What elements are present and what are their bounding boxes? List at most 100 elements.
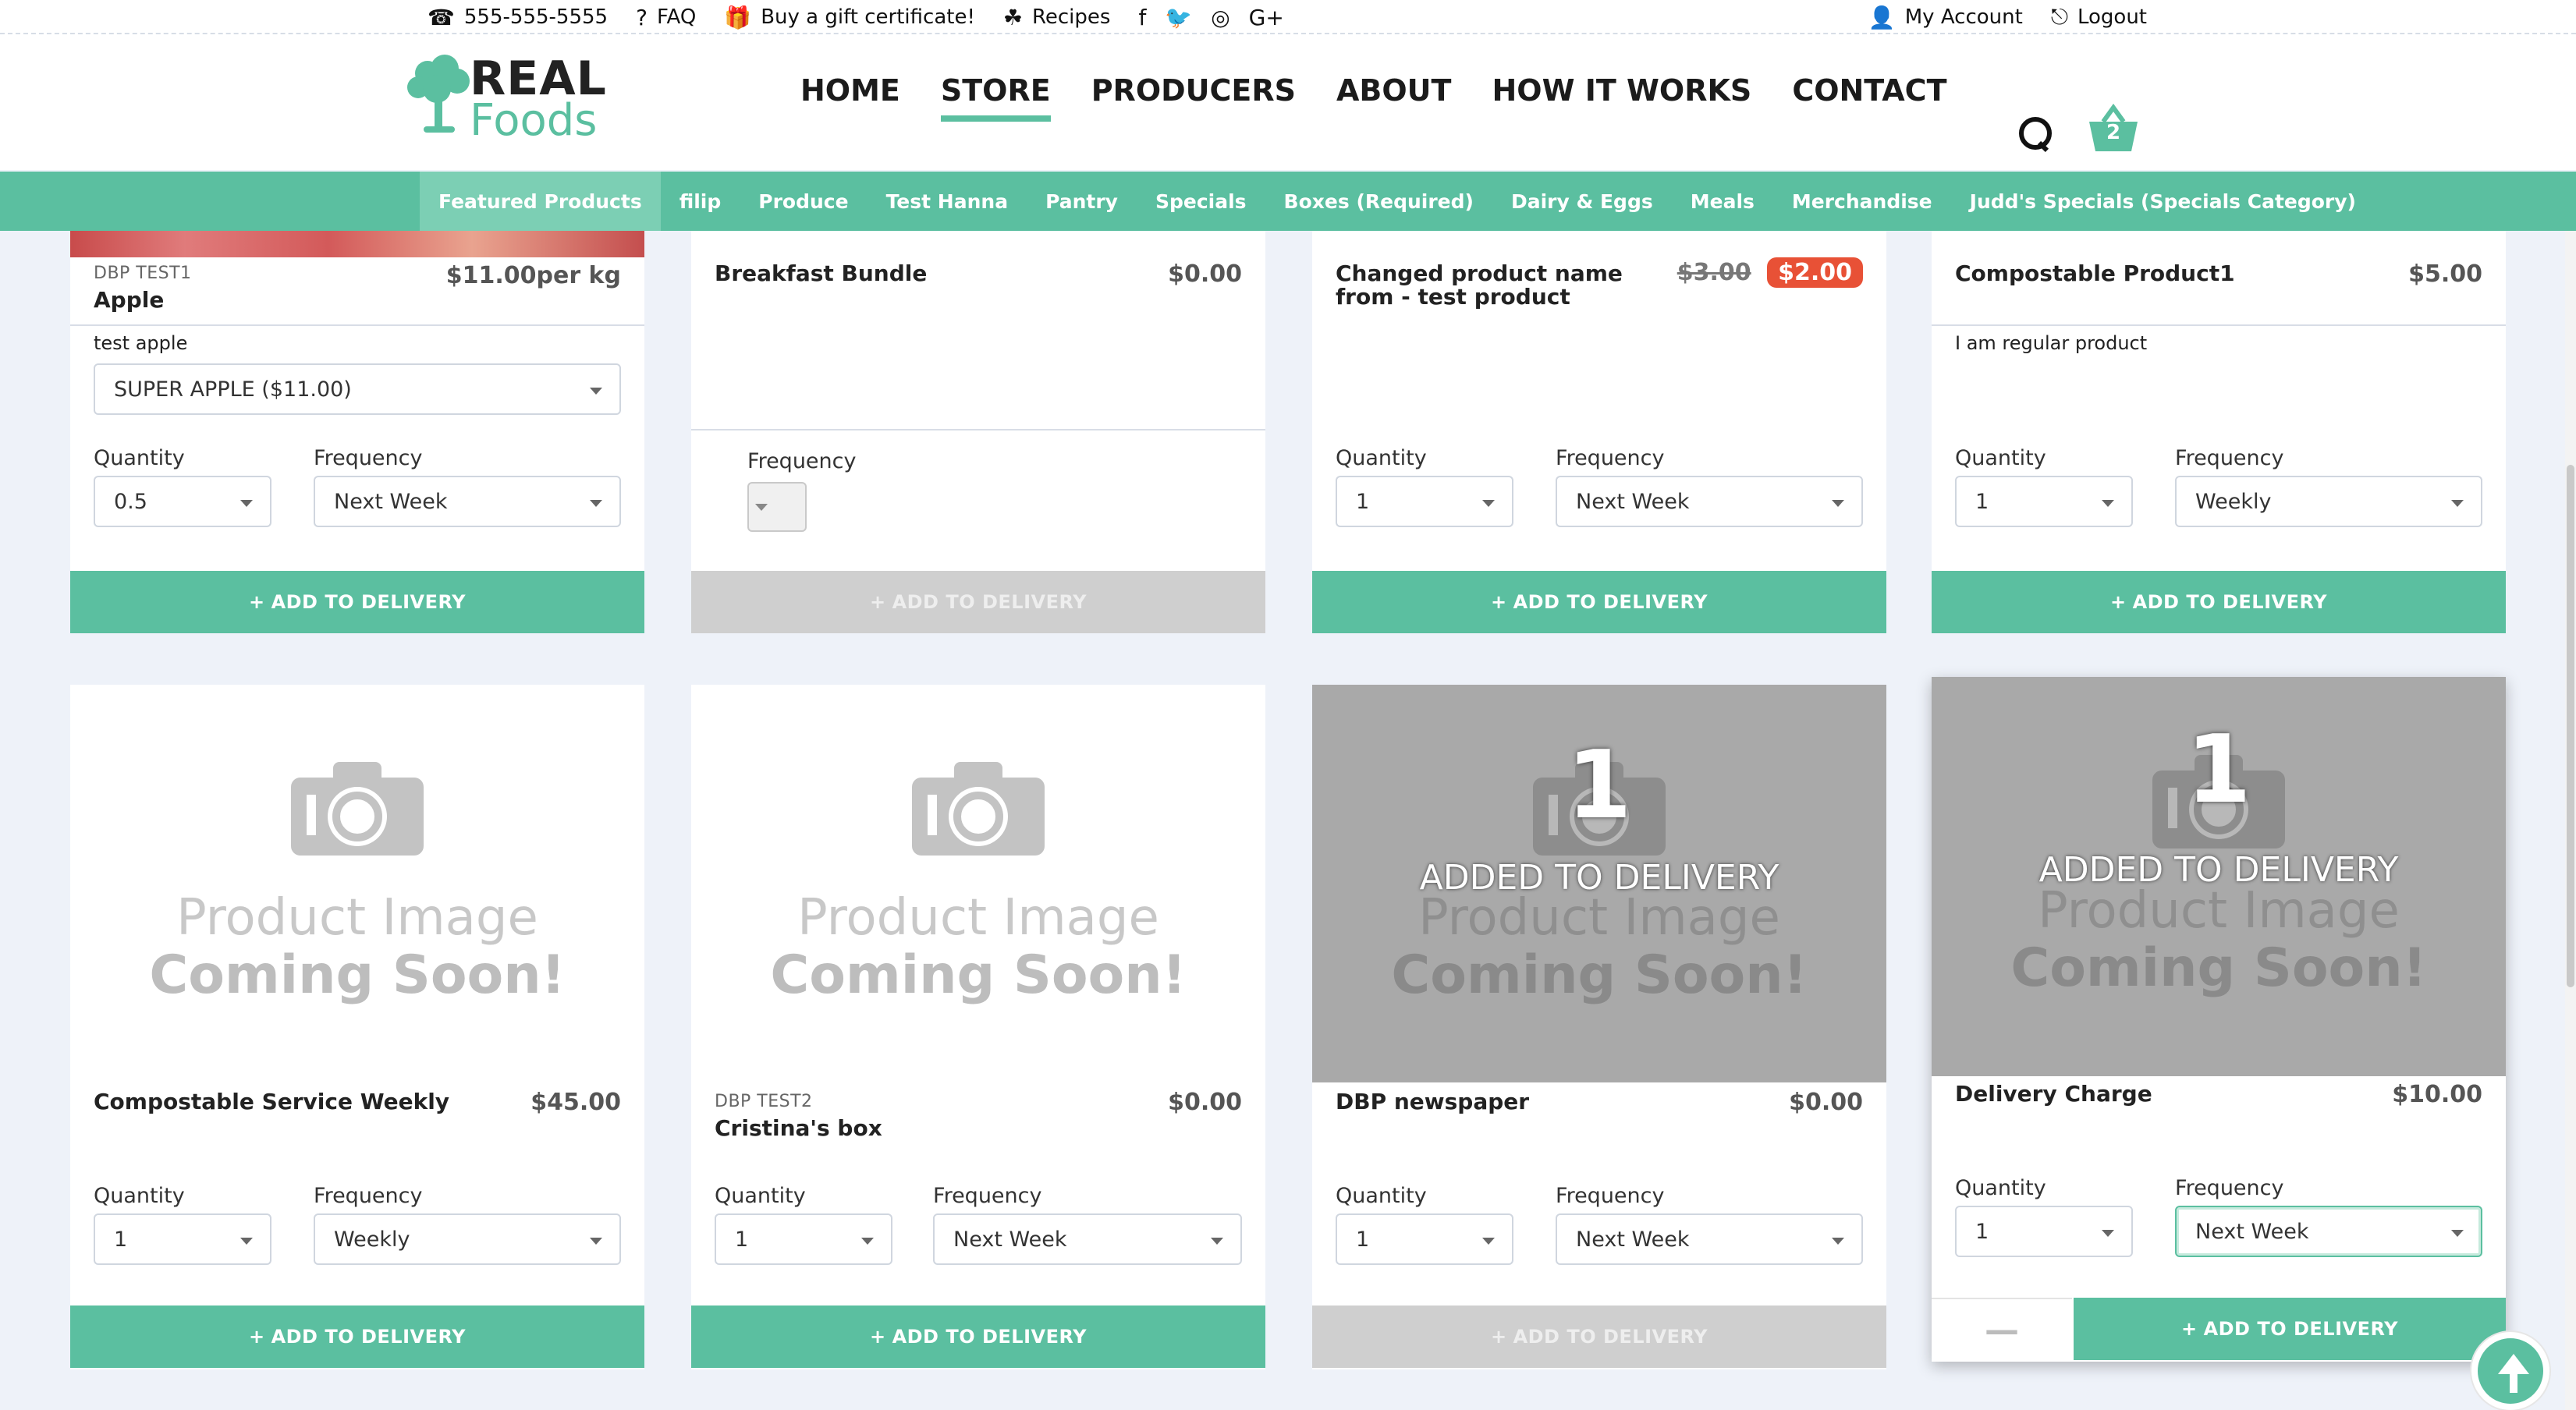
twitter-icon[interactable]: 🐦 [1165,5,1192,30]
quantity-label: Quantity [1336,1184,1427,1208]
product-image-placeholder[interactable]: Product Image Coming Soon! [691,685,1265,1082]
category-specials[interactable]: Specials [1137,172,1265,231]
question-icon: ? [636,4,648,30]
phone-link[interactable]: ☎ 555-555-5555 [428,5,608,30]
vertical-scrollbar[interactable] [2565,231,2576,1410]
product-card-dbp-newspaper: Product Image Coming Soon! 1 ADDED TO DE… [1312,685,1886,1369]
utility-left: ☎ 555-555-5555 ? FAQ 🎁 Buy a gift certif… [428,0,1284,34]
scroll-thumb[interactable] [2567,465,2574,987]
category-featured-products[interactable]: Featured Products [420,172,661,231]
category-merchandise[interactable]: Merchandise [1773,172,1951,231]
nav-producers[interactable]: PRODUCERS [1091,73,1296,108]
cart-button[interactable]: 2 [2086,103,2141,154]
chevron-down-icon [2102,500,2114,507]
category-meals[interactable]: Meals [1672,172,1773,231]
quantity-select[interactable]: 1 [1336,1213,1513,1265]
variant-select[interactable]: SUPER APPLE ($11.00) [94,363,621,415]
site-logo[interactable]: REAL Foods [396,45,623,162]
frequency-select[interactable]: Next Week [2175,1206,2482,1257]
frequency-label: Frequency [933,1184,1042,1208]
category-produce[interactable]: Produce [740,172,867,231]
divider [70,324,644,326]
button-label: ADD TO DELIVERY [892,1326,1088,1348]
quantity-value: 1 [1975,1219,1989,1244]
chevron-down-icon [1482,500,1495,507]
frequency-select[interactable]: Next Week [933,1213,1242,1265]
plus-icon: + [2180,1318,2198,1340]
category-filip[interactable]: filip [661,172,740,231]
nav-how-it-works[interactable]: HOW IT WORKS [1492,73,1751,108]
recipes-link[interactable]: ☘ Recipes [1003,5,1111,30]
product-name: Compostable Product1 [1955,260,2235,286]
plus-icon: + [248,1326,265,1348]
plus-icon: + [2109,591,2127,613]
frequency-select[interactable] [747,482,807,532]
quantity-value: 1 [735,1227,749,1252]
logout-link[interactable]: ⎋ Logout [2051,4,2147,30]
add-to-delivery-button[interactable]: + ADD TO DELIVERY [691,571,1265,633]
quantity-select[interactable]: 1 [1336,476,1513,527]
product-image-placeholder[interactable]: Product Image Coming Soon! [70,685,644,1082]
frequency-label: Frequency [1556,446,1665,470]
chevron-down-icon [240,1238,253,1245]
frequency-select[interactable]: Weekly [314,1213,621,1265]
googleplus-icon[interactable]: G+ [1249,5,1284,30]
nav-contact[interactable]: CONTACT [1792,73,1946,108]
add-to-delivery-button[interactable]: + ADD TO DELIVERY [1932,571,2506,633]
frequency-value: Next Week [1576,489,1690,514]
remove-button[interactable]: — [1932,1298,2072,1360]
add-to-delivery-button[interactable]: + ADD TO DELIVERY [1312,571,1886,633]
product-price: $3.00 $2.00 [1677,257,1863,288]
plus-icon: + [869,591,886,613]
logout-label: Logout [2077,5,2147,29]
add-to-delivery-button[interactable]: + ADD TO DELIVERY [1312,1305,1886,1368]
nav-about[interactable]: ABOUT [1336,73,1451,108]
search-icon[interactable] [2017,115,2052,150]
gift-link[interactable]: 🎁 Buy a gift certificate! [724,5,975,30]
back-to-top-button[interactable] [2471,1332,2549,1410]
category-dairy-eggs[interactable]: Dairy & Eggs [1492,172,1672,231]
quantity-select[interactable]: 1 [715,1213,892,1265]
product-card-compostable-product1: Compostable Product1 $5.00 I am regular … [1932,231,2506,633]
my-account-link[interactable]: 👤 My Account [1868,5,2023,30]
plus-icon: + [1490,1326,1507,1348]
faq-link[interactable]: ? FAQ [636,5,696,30]
product-card-changed-product: Changed product name from - test product… [1312,231,1886,633]
button-label: ADD TO DELIVERY [271,591,467,613]
product-name: Apple [94,287,165,313]
frequency-select[interactable]: Next Week [314,476,621,527]
category-judds-specials[interactable]: Judd's Specials (Specials Category) [1951,172,2375,231]
product-image[interactable] [70,231,644,257]
quantity-select[interactable]: 0.5 [94,476,271,527]
button-label: ADD TO DELIVERY [892,591,1088,613]
quantity-select[interactable]: 1 [94,1213,271,1265]
frequency-select[interactable]: Next Week [1556,476,1863,527]
producer-name: DBP TEST2 [715,1092,813,1111]
quantity-label: Quantity [1955,1176,2046,1200]
added-to-delivery-label: ADDED TO DELIVERY [1419,858,1779,898]
nav-home[interactable]: HOME [800,73,900,108]
category-pantry[interactable]: Pantry [1027,172,1137,231]
frequency-label: Frequency [314,446,423,470]
category-boxes-required[interactable]: Boxes (Required) [1265,172,1492,231]
facebook-icon[interactable]: f [1138,5,1146,30]
placeholder-line1: Product Image [1418,889,1780,947]
category-test-hanna[interactable]: Test Hanna [868,172,1027,231]
add-to-delivery-button[interactable]: + ADD TO DELIVERY [70,1305,644,1368]
added-count: 1 [2186,716,2251,824]
instagram-icon[interactable]: ◎ [1211,5,1229,30]
quantity-select[interactable]: 1 [1955,1206,2133,1257]
nav-store[interactable]: STORE [940,73,1051,122]
frequency-select[interactable]: Weekly [2175,476,2482,527]
cart-count: 2 [2106,121,2121,144]
product-name: Cristina's box [715,1115,882,1141]
add-to-delivery-button[interactable]: + ADD TO DELIVERY [691,1305,1265,1368]
add-to-delivery-button[interactable]: + ADD TO DELIVERY [70,571,644,633]
recipes-label: Recipes [1031,5,1111,29]
frequency-select[interactable]: Next Week [1556,1213,1863,1265]
add-to-delivery-button[interactable]: + ADD TO DELIVERY [2074,1298,2506,1360]
frequency-label: Frequency [747,449,857,473]
social-links: f 🐦 ◎ G+ [1138,5,1283,30]
quantity-select[interactable]: 1 [1955,476,2133,527]
chevron-down-icon [1832,500,1844,507]
